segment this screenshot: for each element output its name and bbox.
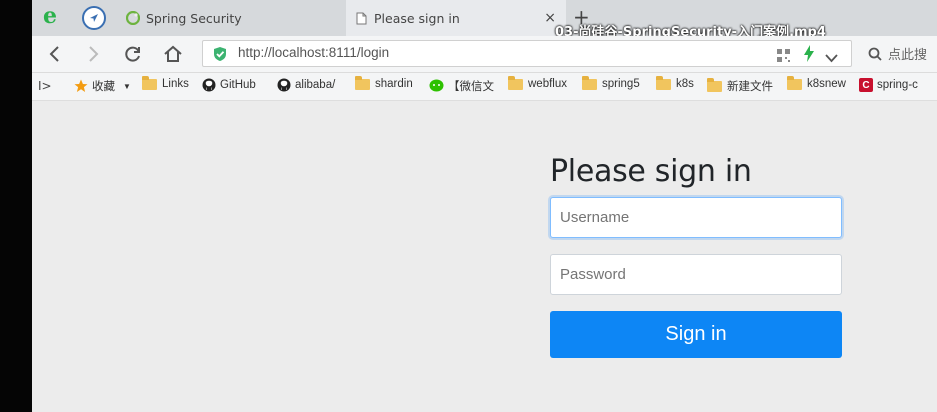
search-placeholder: 点此搜 (888, 48, 928, 63)
video-left-border (0, 0, 32, 412)
bookmark-label: 新建文件 (727, 81, 773, 93)
folder-icon (142, 75, 157, 90)
folder-icon (508, 75, 523, 90)
login-form: Please sign in Sign in (550, 153, 843, 358)
bookmark-k8snew[interactable]: k8snew (787, 75, 846, 90)
tab-label: Spring Security (146, 10, 242, 26)
chevron-down-icon[interactable] (825, 48, 838, 67)
bookmarks-bar: I> 收藏 ▼ Links GitHub alibaba/ shardin 【微… (32, 73, 937, 101)
forward-button[interactable] (82, 42, 106, 66)
forward-arrow-icon (89, 46, 99, 62)
search-box[interactable]: 点此搜 (864, 40, 937, 67)
tab-please-sign-in[interactable]: Please sign in × (346, 0, 566, 36)
bookmark-github[interactable]: GitHub (202, 78, 256, 92)
bookmark-wechat[interactable]: 【微信文 (429, 78, 494, 94)
wechat-icon (429, 79, 444, 92)
browser-window: e Spring Security Please sign in × + 03-… (32, 0, 937, 412)
sign-in-button[interactable]: Sign in (550, 311, 842, 358)
bookmark-shardin[interactable]: shardin (355, 75, 413, 90)
bookmark-label: alibaba/ (295, 79, 336, 91)
search-icon (868, 47, 882, 61)
github-icon (202, 78, 216, 92)
bookmark-label: shardin (375, 78, 413, 90)
home-icon (164, 45, 182, 62)
bookmark-webflux[interactable]: webflux (508, 75, 567, 90)
bookmark-label: 【微信文 (448, 81, 494, 93)
bookmark-spring-c[interactable]: C spring-c (859, 78, 918, 92)
bookmark-label: webflux (528, 78, 567, 90)
lightning-mode-icon[interactable] (803, 45, 815, 66)
folder-icon (355, 75, 370, 90)
bookmark-label: spring5 (602, 78, 640, 90)
page-title: Please sign in (550, 154, 752, 189)
qr-code-icon[interactable] (777, 47, 790, 66)
address-bar[interactable]: http://localhost:8111/login (202, 40, 852, 67)
bookmark-label: 收藏 (92, 81, 115, 93)
bookmark-label: k8snew (807, 78, 846, 90)
folder-icon (656, 75, 671, 90)
spring-leaf-icon (126, 11, 140, 25)
home-button[interactable] (161, 42, 185, 66)
username-input[interactable] (550, 197, 842, 238)
bookmark-alibaba[interactable]: alibaba/ (277, 78, 335, 92)
page-content: Please sign in Sign in (32, 101, 937, 412)
folder-icon (787, 75, 802, 90)
tab-label: Please sign in (374, 10, 460, 26)
bookmark-label: k8s (676, 78, 694, 90)
reload-button[interactable] (121, 42, 145, 66)
browser-logo-icon[interactable]: e (38, 3, 62, 29)
bookmark-favorites[interactable]: 收藏 ▼ (74, 78, 131, 94)
github-icon (277, 78, 291, 92)
tab-spring-security[interactable]: Spring Security (116, 0, 346, 36)
url-text: http://localhost:8111/login (238, 45, 390, 60)
bookmark-label: GitHub (220, 79, 256, 91)
secure-shield-icon (213, 46, 227, 66)
navigation-bar: http://localhost:8111/login 点此搜 (32, 36, 937, 73)
page-icon (354, 11, 368, 25)
bookmark-spring5[interactable]: spring5 (582, 75, 640, 90)
password-input[interactable] (550, 254, 842, 295)
bookmark-links[interactable]: Links (142, 75, 189, 90)
folder-icon (582, 75, 597, 90)
back-button[interactable] (42, 42, 66, 66)
bookmark-label: spring-c (877, 79, 918, 91)
bookmark-k8s[interactable]: k8s (656, 75, 694, 90)
reload-icon (125, 46, 140, 62)
bookmark-label: Links (162, 78, 189, 90)
sidebar-toggle-icon[interactable]: I> (38, 79, 52, 93)
caret-down-icon: ▼ (123, 81, 131, 91)
folder-icon (707, 77, 722, 92)
navigation-compass-icon[interactable] (82, 6, 106, 30)
star-icon (74, 79, 88, 92)
bookmark-new-folder[interactable]: 新建文件 (707, 77, 773, 94)
tab-strip: e Spring Security Please sign in × + 03-… (32, 0, 937, 40)
c-badge-icon: C (859, 78, 873, 92)
back-arrow-icon (49, 46, 59, 62)
